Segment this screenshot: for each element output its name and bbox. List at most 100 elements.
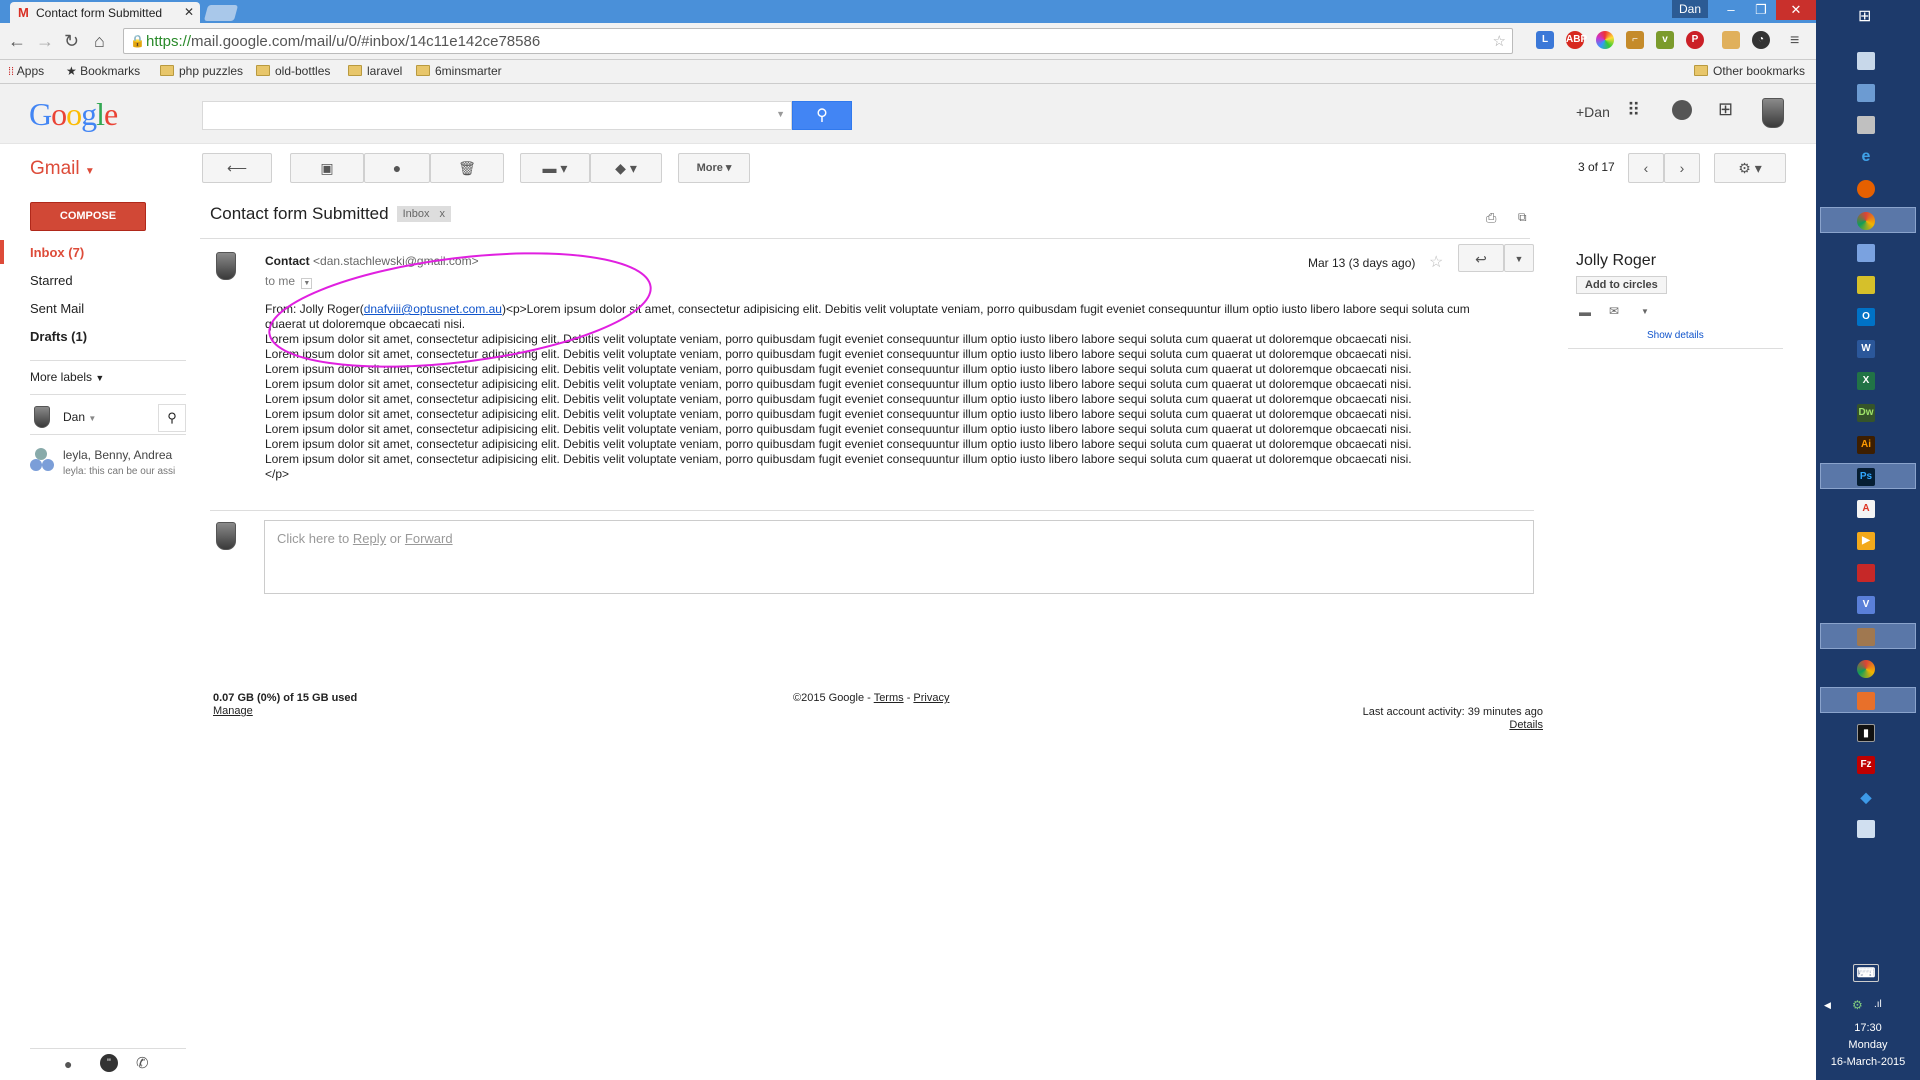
system-clock[interactable]: 17:30 Monday 16-March-2015 [1816, 1020, 1920, 1071]
sidebar-item-sent[interactable]: Sent Mail [30, 301, 84, 316]
remove-label-icon[interactable]: x [440, 208, 446, 220]
internet-explorer-icon[interactable]: e [1857, 148, 1875, 166]
filezilla-icon[interactable]: Fz [1857, 756, 1875, 774]
extension-icon[interactable]: L [1536, 31, 1554, 49]
inbox-label-chip[interactable]: Inbox x [396, 206, 451, 222]
more-actions-button[interactable]: ▼ [1504, 244, 1534, 272]
reply-link[interactable]: Reply [353, 531, 386, 546]
outlook-icon[interactable]: O [1857, 308, 1875, 326]
browser-tab[interactable]: M Contact form Submitted ✕ [10, 2, 200, 23]
chevron-down-icon[interactable]: ▼ [1641, 307, 1649, 316]
bookmark-folder[interactable]: old-bottles [256, 64, 330, 78]
star-icon[interactable]: ☆ [1493, 32, 1506, 50]
address-bar[interactable]: 🔒 https://mail.google.com/mail/u/0/#inbo… [123, 28, 1513, 54]
sidebar-item-starred[interactable]: Starred [30, 273, 73, 288]
back-to-inbox-button[interactable]: ⟵ [202, 153, 272, 183]
share-icon[interactable]: ⊞ [1718, 99, 1733, 120]
back-icon[interactable]: ← [8, 31, 26, 51]
show-hidden-icons[interactable]: ◀ [1824, 1000, 1831, 1011]
phone-tab-icon[interactable]: ✆ [136, 1054, 149, 1072]
more-button[interactable]: More ▾ [678, 153, 750, 183]
adblock-icon[interactable]: ABP [1566, 31, 1587, 49]
activity-details-link[interactable]: Details [1509, 719, 1543, 731]
google-logo[interactable]: Google [29, 96, 118, 133]
chat-search-button[interactable]: ⚲ [158, 404, 186, 432]
close-window-icon[interactable]: ✕ [1776, 0, 1816, 20]
xampp-icon[interactable] [1857, 692, 1875, 710]
home-icon[interactable]: ⌂ [94, 31, 105, 51]
search-input[interactable]: ▼ [202, 101, 792, 130]
move-to-button[interactable]: ▬ ▾ [520, 153, 590, 183]
windows-start-icon[interactable]: ⊞ [1858, 6, 1871, 26]
explorer-icon[interactable] [1857, 52, 1875, 70]
chrome-icon[interactable] [1857, 660, 1875, 678]
extension-icon[interactable]: ◔ [1752, 31, 1770, 49]
network-icon[interactable] [1857, 84, 1875, 102]
older-button[interactable]: › [1664, 153, 1700, 183]
close-tab-icon[interactable]: ✕ [184, 5, 194, 19]
window-icon[interactable] [1857, 116, 1875, 134]
color-picker-icon[interactable] [1596, 31, 1614, 49]
minimize-icon[interactable]: – [1716, 0, 1746, 20]
project-icon[interactable] [1857, 276, 1875, 294]
email-icon[interactable]: ✉ [1609, 304, 1619, 318]
print-icon[interactable]: ⎙ [1486, 210, 1496, 226]
settings-button[interactable]: ⚙ ▾ [1714, 153, 1786, 183]
reply-button[interactable]: ↩ [1458, 244, 1504, 272]
search-options-icon[interactable]: ▼ [776, 109, 785, 119]
notifications-icon[interactable] [1672, 100, 1692, 120]
plus-user-link[interactable]: +Dan [1576, 104, 1610, 120]
photoshop-icon[interactable]: Ps [1857, 468, 1875, 486]
hangout-conversation[interactable]: leyla, Benny, Andrea [63, 448, 186, 462]
contact-name[interactable]: Jolly Roger [1576, 252, 1656, 270]
new-tab-button[interactable] [203, 5, 239, 21]
remote-desktop-icon[interactable] [1857, 244, 1875, 262]
bookmark-folder[interactable]: laravel [348, 64, 402, 78]
manage-storage-link[interactable]: Manage [213, 705, 253, 717]
media-player-icon[interactable]: ▶ [1857, 532, 1875, 550]
app-icon[interactable] [1857, 564, 1875, 582]
chat-user-avatar[interactable] [34, 406, 50, 431]
star-icon[interactable]: ☆ [1429, 252, 1443, 272]
apps-bookmark[interactable]: ⁞⁞ Apps [8, 64, 44, 78]
virtualbox-icon[interactable] [1857, 820, 1875, 838]
word-icon[interactable]: W [1857, 340, 1875, 358]
add-to-circles-button[interactable]: Add to circles [1576, 276, 1667, 294]
apps-grid-icon[interactable]: ⠿ [1627, 100, 1640, 121]
keyboard-icon[interactable]: ⌨ [1853, 964, 1879, 982]
gmail-menu[interactable]: Gmail ▼ [30, 158, 95, 180]
chat-status-menu[interactable]: Dan ▼ [63, 410, 96, 424]
excel-icon[interactable]: X [1857, 372, 1875, 390]
hangouts-tab-icon[interactable]: " [100, 1054, 118, 1072]
bookmarks-bookmark[interactable]: ★ Bookmarks [66, 64, 140, 78]
more-labels-toggle[interactable]: More labels ▼ [30, 370, 104, 384]
illustrator-icon[interactable]: Ai [1857, 436, 1875, 454]
new-window-icon[interactable]: ⧉ [1518, 210, 1527, 225]
dreamweaver-icon[interactable]: Dw [1857, 404, 1875, 422]
bookmark-folder[interactable]: php puzzles [160, 64, 243, 78]
card-icon[interactable]: ▬ [1579, 305, 1591, 319]
labels-button[interactable]: ◆ ▾ [590, 153, 662, 183]
extension-icon[interactable] [1722, 31, 1740, 49]
compose-button[interactable]: COMPOSE [30, 202, 146, 231]
menu-icon[interactable]: ≡ [1790, 31, 1799, 51]
delete-button[interactable]: 🗑 [430, 153, 504, 183]
acrobat-icon[interactable]: A [1857, 500, 1875, 518]
report-spam-button[interactable]: ● [364, 153, 430, 183]
forward-link[interactable]: Forward [405, 531, 453, 546]
reply-box[interactable]: Click here to Reply or Forward [264, 520, 1534, 594]
dropbox-icon[interactable]: ◆ [1857, 788, 1875, 806]
app-icon[interactable] [1857, 628, 1875, 646]
contacts-tab-icon[interactable]: ● [64, 1056, 72, 1072]
bookmark-folder[interactable]: 6minsmarter [416, 64, 502, 78]
signal-icon[interactable]: .ıl [1874, 999, 1882, 1010]
archive-button[interactable]: ▣ [290, 153, 364, 183]
other-bookmarks-folder[interactable]: Other bookmarks [1694, 64, 1805, 78]
account-avatar[interactable] [1762, 98, 1784, 131]
firefox-icon[interactable] [1857, 180, 1875, 198]
forward-icon[interactable]: → [36, 31, 54, 51]
terms-link[interactable]: Terms [874, 692, 904, 704]
pinterest-icon[interactable]: P [1686, 31, 1704, 49]
extension-icon[interactable]: v [1656, 31, 1674, 49]
extension-icon[interactable]: ⌐ [1626, 31, 1644, 49]
